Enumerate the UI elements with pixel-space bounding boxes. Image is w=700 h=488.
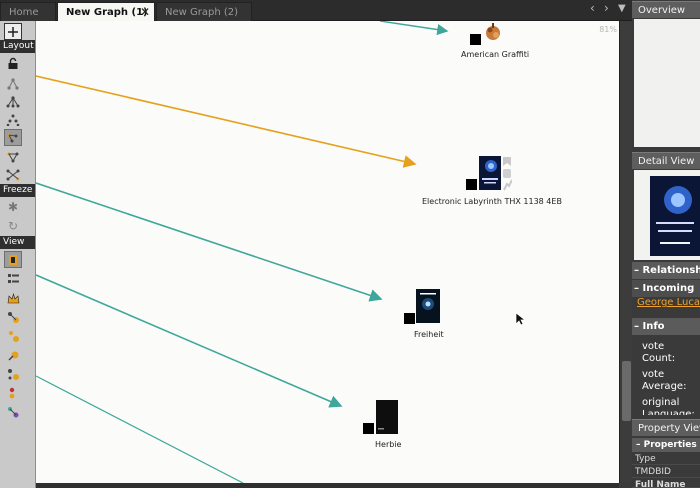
tab-bar: Home New Graph (1) ✕ New Graph (2) ‹ › ▼ <box>0 0 632 21</box>
node-anchor[interactable] <box>363 423 374 434</box>
detail-image-area <box>634 170 700 260</box>
edge-electronic-labyrinth[interactable] <box>36 75 417 168</box>
chevron-down-icon[interactable]: ▼ <box>618 3 626 14</box>
info-field-label: Language: <box>642 409 695 415</box>
incoming-section[interactable]: – Incoming <box>632 280 700 297</box>
layout-circle-icon[interactable] <box>4 148 22 165</box>
path-tool-icon-4[interactable] <box>4 366 22 383</box>
path-tool-icon-3[interactable] <box>4 347 22 364</box>
horizontal-scrollbar[interactable] <box>36 483 619 488</box>
vertical-scrollbar[interactable] <box>619 21 632 483</box>
node-image-electronic-labyrinth[interactable] <box>479 156 501 190</box>
node-label-american-graffiti[interactable]: American Graffiti <box>461 50 529 59</box>
property-row-tmdbid[interactable]: TMDBID <box>632 466 700 478</box>
path-tool-icon-6[interactable] <box>4 404 22 421</box>
snowflake-icon[interactable]: ✱ <box>4 198 22 215</box>
property-row-fullname[interactable]: Full Name <box>632 479 700 488</box>
crown-icon[interactable] <box>4 290 22 307</box>
edge-american-graffiti[interactable] <box>379 21 449 36</box>
tab-new-graph-1-label: New Graph (1) <box>66 7 148 18</box>
layout-hierarchy-icon[interactable] <box>4 93 22 110</box>
layout-tree-icon[interactable] <box>4 75 22 92</box>
info-field-label: vote <box>642 341 665 352</box>
property-view-title[interactable]: Property View <box>632 419 700 436</box>
vertical-scroll-thumb[interactable] <box>622 361 631 421</box>
graph-canvas[interactable]: 81% American Graffiti Electronic Labyrin… <box>36 21 619 483</box>
layout-section-label: Layout <box>0 40 35 53</box>
zoom-fit-icon[interactable] <box>4 23 22 40</box>
close-icon[interactable]: ✕ <box>140 3 150 22</box>
node-image-american-graffiti[interactable] <box>483 21 503 43</box>
view-section-label: View <box>0 236 35 249</box>
right-panel: Overview Detail View – Relationships – I… <box>632 0 700 488</box>
tab-new-graph-2[interactable]: New Graph (2) <box>156 2 252 21</box>
lock-icon[interactable] <box>4 55 22 72</box>
tab-new-graph-2-label: New Graph (2) <box>165 7 239 18</box>
layout-pyramid-icon[interactable] <box>4 111 22 128</box>
node-anchor[interactable] <box>466 179 477 190</box>
info-field-label: Count: <box>642 353 676 364</box>
left-toolbar: Layout Freeze ✱ ↻ View <box>0 21 36 488</box>
overview-panel-title[interactable]: Overview <box>632 1 700 18</box>
edge-herbie[interactable] <box>36 274 343 408</box>
path-tool-icon-1[interactable] <box>4 309 22 326</box>
node-anchor[interactable] <box>404 313 415 324</box>
view-node-icon[interactable] <box>4 251 22 268</box>
node-label-electronic-labyrinth[interactable]: Electronic Labyrinth THX 1138 4EB <box>422 197 562 206</box>
incoming-relationship-link[interactable]: George Lucas <box>637 297 700 308</box>
detail-view-title[interactable]: Detail View <box>632 152 700 169</box>
relationships-section[interactable]: – Relationships <box>632 262 700 279</box>
overview-minimap[interactable] <box>634 19 700 147</box>
path-tool-icon-5[interactable] <box>4 385 22 402</box>
tab-new-graph-1[interactable]: New Graph (1) ✕ <box>57 2 155 21</box>
info-field-label: original <box>642 397 680 408</box>
properties-section[interactable]: – Properties <box>632 438 700 452</box>
node-anchor[interactable] <box>470 34 481 45</box>
mouse-cursor-icon <box>515 312 525 326</box>
info-section[interactable]: – Info <box>632 318 700 335</box>
detail-poster-image <box>650 176 700 256</box>
refresh-icon[interactable]: ↻ <box>4 217 22 234</box>
chevron-right-icon[interactable]: › <box>604 1 609 15</box>
node-image-herbie[interactable] <box>376 400 398 434</box>
tab-home[interactable]: Home <box>0 2 56 21</box>
tab-home-label: Home <box>9 7 39 18</box>
app-window: Home New Graph (1) ✕ New Graph (2) ‹ › ▼… <box>0 0 700 488</box>
info-field-label: Average: <box>642 381 687 392</box>
view-list-icon[interactable] <box>4 270 22 287</box>
node-side-actions[interactable] <box>502 156 513 192</box>
freeze-section-label: Freeze <box>0 184 35 197</box>
edge-freiheit[interactable] <box>36 182 383 302</box>
zoom-level: 81% <box>599 25 617 34</box>
info-field-label: vote <box>642 369 665 380</box>
node-image-freiheit[interactable] <box>416 289 440 323</box>
path-tool-icon-2[interactable] <box>4 328 22 345</box>
node-label-herbie[interactable]: Herbie <box>375 440 401 449</box>
layout-organic-icon[interactable] <box>4 129 22 146</box>
layout-cross-icon[interactable] <box>4 166 22 183</box>
property-row-type[interactable]: Type <box>632 453 700 465</box>
graph-edges <box>36 21 449 483</box>
chevron-left-icon[interactable]: ‹ <box>590 1 595 15</box>
edge-offscreen[interactable] <box>36 375 244 483</box>
node-label-freiheit[interactable]: Freiheit <box>414 330 444 339</box>
